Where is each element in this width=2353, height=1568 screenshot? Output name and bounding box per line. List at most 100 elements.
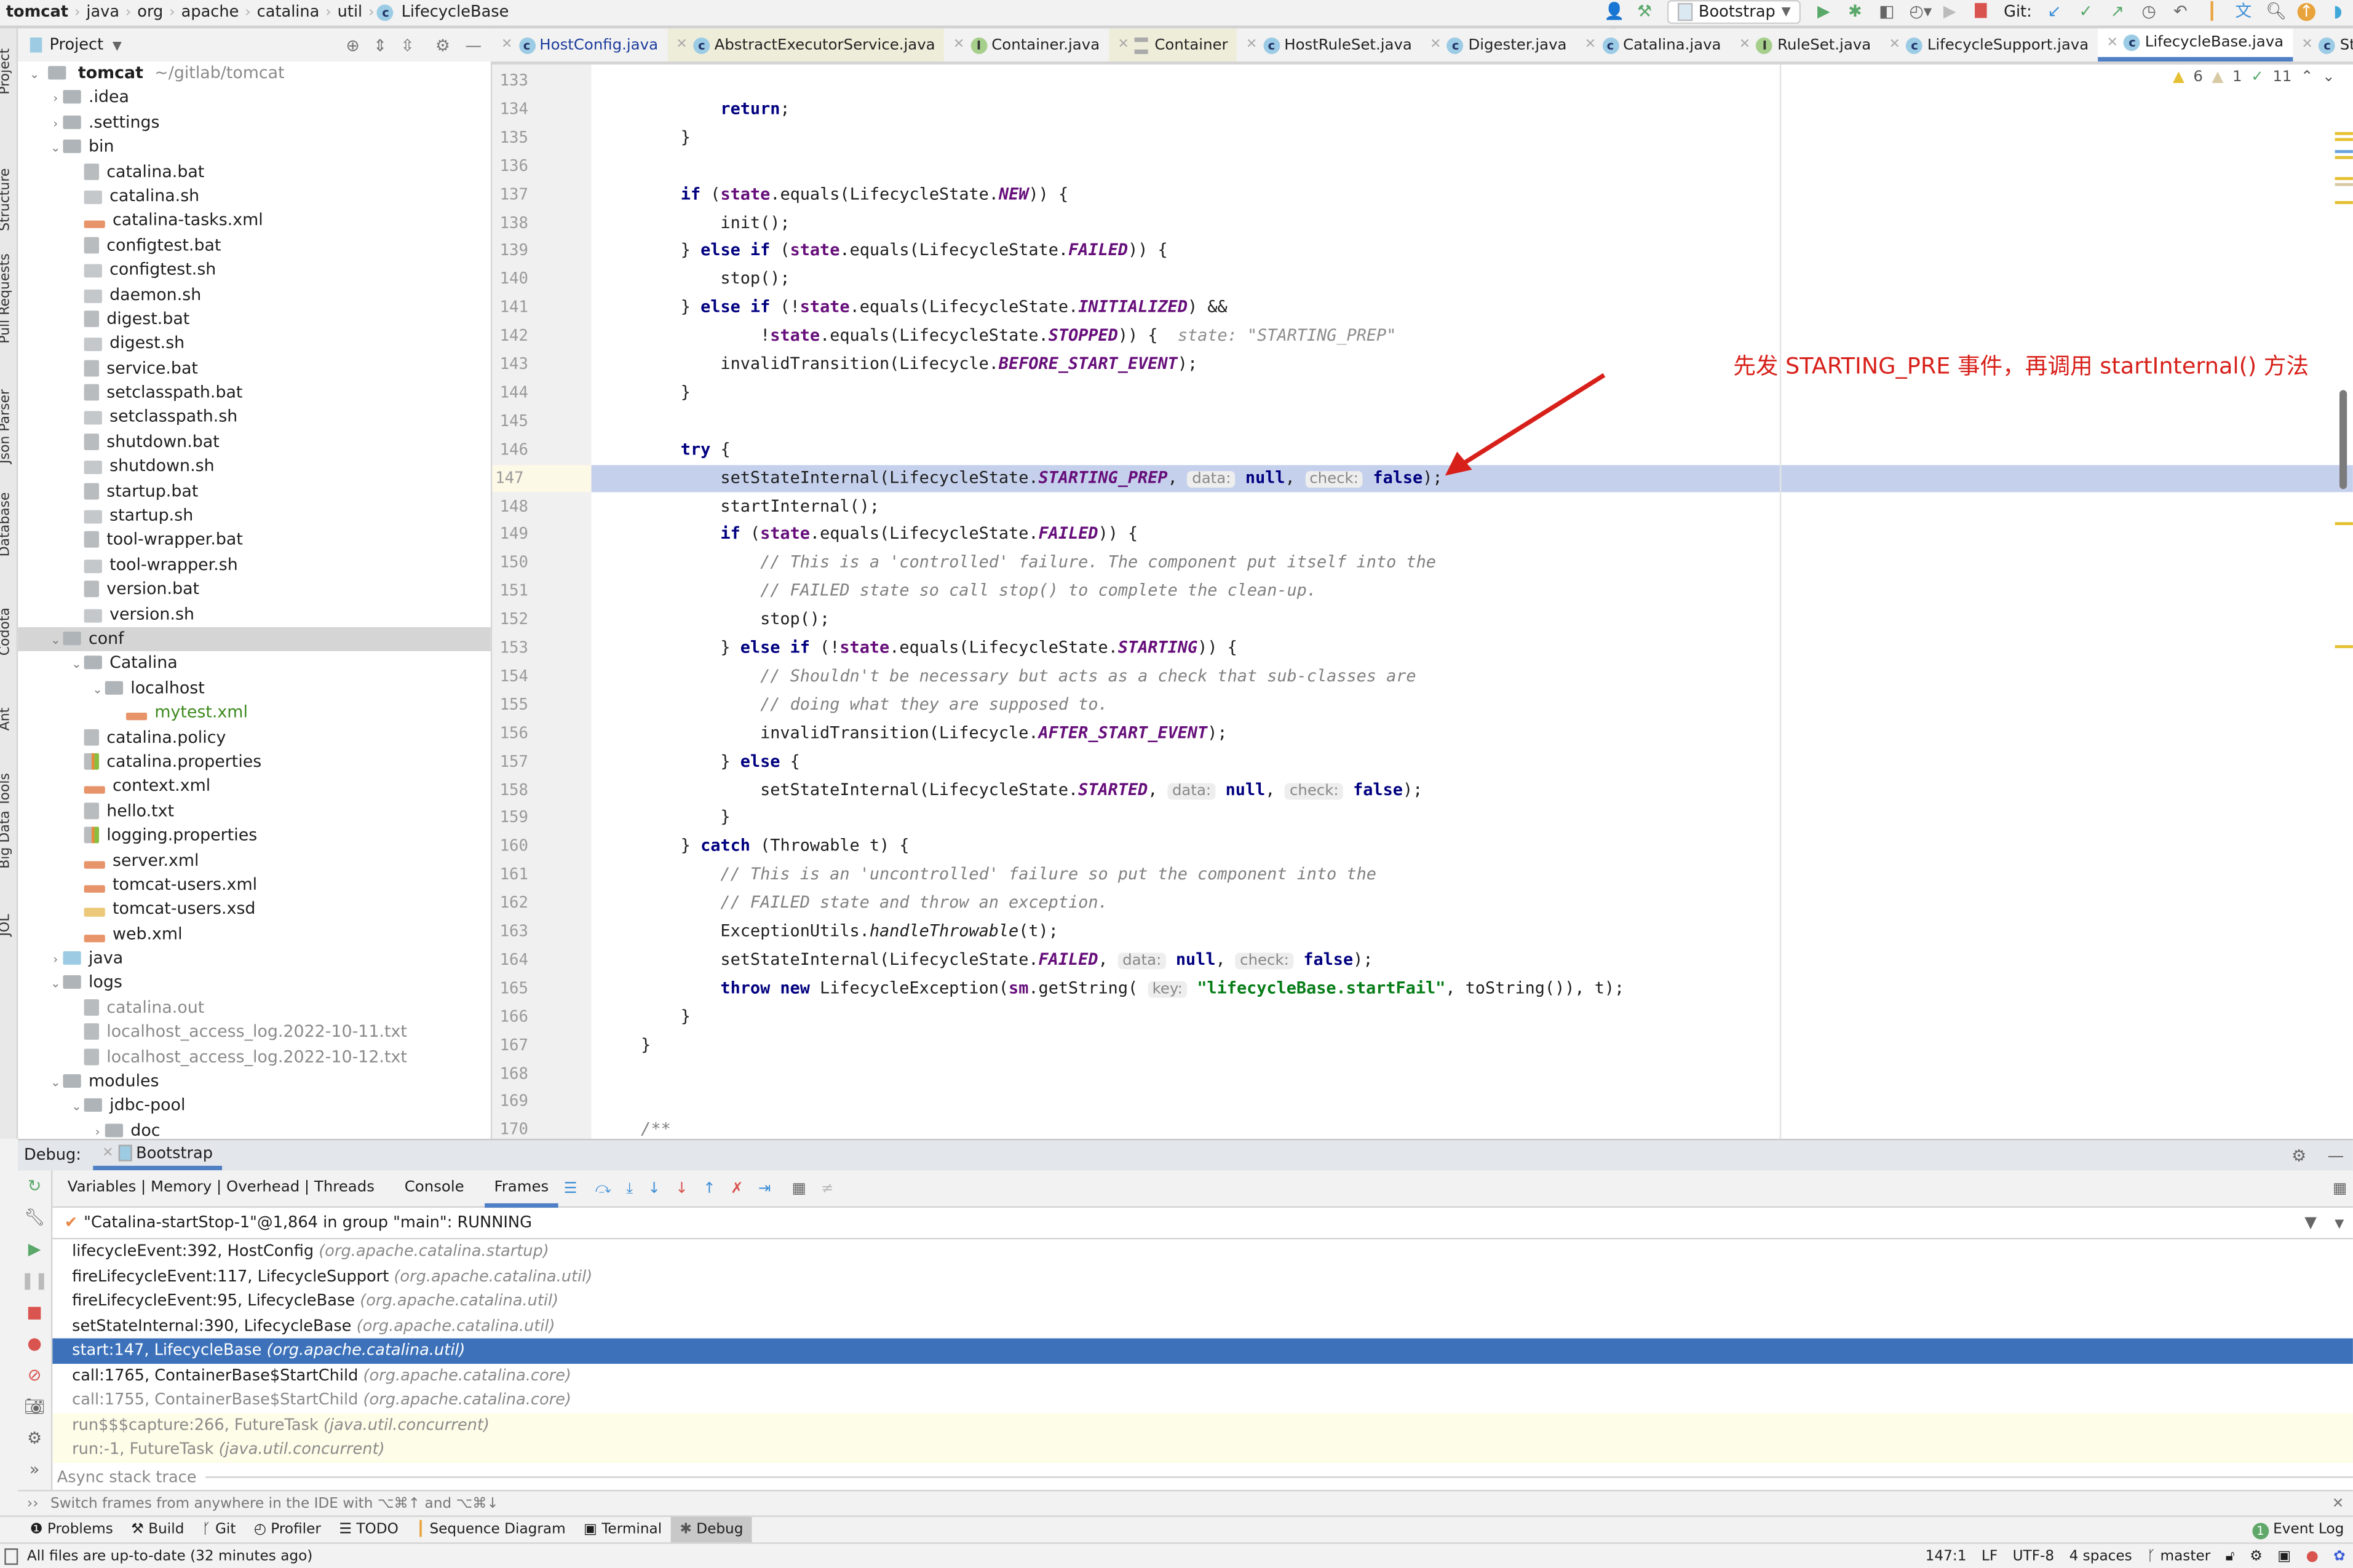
tree-folder[interactable]: ⌄ logs xyxy=(18,972,491,996)
frame-row[interactable]: fireLifecycleEvent:95, LifecycleBase (or… xyxy=(52,1289,2353,1313)
tool-window-ant[interactable]: Ant xyxy=(0,708,14,731)
error-stripe-mark[interactable] xyxy=(2335,176,2353,180)
user-icon[interactable]: 👤▾ xyxy=(1604,2,1624,39)
close-icon[interactable]: ✕ xyxy=(2301,38,2312,52)
tree-file[interactable]: shutdown.sh xyxy=(18,455,491,480)
code-line[interactable]: init(); xyxy=(591,209,2353,237)
tree-file[interactable]: catalina.bat xyxy=(18,160,491,184)
editor-tab[interactable]: ✕ c Digester.java xyxy=(1421,28,1576,61)
code-line[interactable]: throw new LifecycleException(sm.getStrin… xyxy=(591,975,2353,1004)
tool-event-log[interactable]: 1 Event Log xyxy=(2243,1517,2353,1544)
tree-file[interactable]: shutdown.bat xyxy=(18,430,491,455)
breadcrumb-item[interactable]: java xyxy=(83,3,122,21)
chevron-down-icon[interactable]: ⌄ xyxy=(90,678,105,702)
tree-file[interactable]: hello.txt xyxy=(18,799,491,824)
tool-window-project[interactable]: Project xyxy=(0,49,14,95)
gear-icon[interactable]: ⚙ xyxy=(18,1422,51,1454)
chevron-right-icon[interactable]: › xyxy=(48,87,63,112)
code-line[interactable]: stop(); xyxy=(591,266,2353,295)
error-stripe-mark[interactable] xyxy=(2335,522,2353,525)
error-stripe-mark[interactable] xyxy=(2335,156,2353,159)
code-line[interactable]: } else { xyxy=(591,748,2353,777)
tab-console[interactable]: Console xyxy=(389,1170,479,1206)
chevron-down-icon[interactable]: ⌄ xyxy=(48,628,63,653)
frame-row[interactable]: run$$$capture:266, FutureTask (java.util… xyxy=(52,1412,2353,1438)
chevron-down-icon[interactable]: ⌄ xyxy=(48,1071,63,1096)
inspection-widget[interactable]: ▲ 6 ▲ 1 ✓ 11 ⌃ ⌄ xyxy=(2173,69,2335,85)
tree-file[interactable]: configtest.sh xyxy=(18,258,491,283)
error-stripe-mark[interactable] xyxy=(2335,132,2353,135)
editor-tab[interactable]: ✕ c LifecycleSupport.java xyxy=(1880,28,2098,61)
line-number[interactable]: 137 xyxy=(492,181,528,209)
indent-setting[interactable]: 4 spaces xyxy=(2061,1548,2140,1565)
tree-file[interactable]: startup.bat xyxy=(18,480,491,504)
chevron-down-icon[interactable]: ▼ xyxy=(113,38,122,52)
close-icon[interactable]: ✕ xyxy=(501,38,512,52)
stop-icon[interactable]: ■ xyxy=(18,1296,51,1328)
tab-variables-memory-overhead-threads[interactable]: Variables | Memory | Overhead | Threads xyxy=(52,1170,389,1206)
error-stripe-mark[interactable] xyxy=(2335,138,2353,141)
line-number[interactable]: 161 xyxy=(492,861,528,890)
error-stripe-mark[interactable] xyxy=(2335,150,2353,153)
code-line[interactable]: // Shouldn't be necessary but acts as a … xyxy=(591,663,2353,691)
tree-file[interactable]: logging.properties xyxy=(18,824,491,849)
tree-file[interactable]: tool-wrapper.bat xyxy=(18,529,491,553)
editor-tab[interactable]: ✕ c HostRuleSet.java xyxy=(1237,28,1421,61)
error-stripe-mark[interactable] xyxy=(2335,183,2353,186)
breadcrumb-item[interactable]: tomcat xyxy=(0,3,71,21)
git-update-icon[interactable]: ↙ xyxy=(2045,2,2063,21)
chevron-down-icon[interactable]: ⌄ xyxy=(48,973,63,997)
tree-file[interactable]: version.bat xyxy=(18,578,491,603)
more-icon[interactable]: » xyxy=(18,1454,51,1485)
close-icon[interactable]: ✕ xyxy=(2106,35,2117,50)
code-line[interactable] xyxy=(591,152,2353,181)
thread-selector[interactable]: ✔ "Catalina-startStop-1"@1,864 in group … xyxy=(52,1208,2353,1240)
tree-file[interactable]: service.bat xyxy=(18,357,491,381)
close-icon[interactable]: ✕ xyxy=(2332,1495,2344,1511)
tree-folder[interactable]: › java xyxy=(18,947,491,972)
code-line[interactable]: // FAILED state and throw an exception. xyxy=(591,890,2353,918)
line-number[interactable]: 160 xyxy=(492,833,528,861)
tree-file[interactable]: catalina.sh xyxy=(18,184,491,209)
tool-window-json-parser[interactable]: Json Parser xyxy=(0,389,14,464)
line-number[interactable]: 148 xyxy=(492,493,528,521)
tool-problems[interactable]: ❶ Problems xyxy=(21,1517,122,1544)
line-number[interactable]: 135 xyxy=(492,124,528,152)
code-line[interactable] xyxy=(591,68,2353,96)
step-into-icon[interactable]: ↓ xyxy=(648,1180,660,1197)
tree-file[interactable]: configtest.bat xyxy=(18,234,491,258)
profiler-icon[interactable]: ◴▾ xyxy=(1909,2,1932,21)
tool-window-big-data-tools[interactable]: Big Data Tools xyxy=(0,773,14,869)
code-line[interactable]: /** xyxy=(591,1117,2353,1139)
chevron-down-icon[interactable]: ⌄ xyxy=(69,653,84,678)
code-line[interactable]: } else if (!state.equals(LifecycleState.… xyxy=(591,635,2353,663)
tree-file[interactable]: daemon.sh xyxy=(18,283,491,307)
frame-row[interactable]: call:1765, ContainerBase$StartChild (org… xyxy=(52,1363,2353,1388)
project-view-selector[interactable]: Project xyxy=(50,36,104,54)
tree-file[interactable]: digest.bat xyxy=(18,307,491,332)
tree-folder[interactable]: ⌄ conf xyxy=(18,627,491,652)
line-number[interactable]: 150 xyxy=(492,550,528,578)
camera-icon[interactable]: 📷︎ xyxy=(18,1391,51,1422)
tree-file[interactable]: tomcat-users.xsd xyxy=(18,898,491,922)
code-line[interactable] xyxy=(591,1088,2353,1117)
chevron-right-icon[interactable]: › xyxy=(48,112,63,137)
code-line[interactable]: ExceptionUtils.handleThrowable(t); xyxy=(591,918,2353,946)
wrench-icon[interactable]: 🔧︎ xyxy=(18,1202,51,1233)
tree-folder[interactable]: › .settings xyxy=(18,111,491,135)
git-commit-icon[interactable]: ✓ xyxy=(2077,2,2095,21)
line-number[interactable]: 133 xyxy=(492,68,528,96)
close-icon[interactable]: ✕ xyxy=(1739,38,1750,52)
tree-file[interactable]: mytest.xml xyxy=(18,701,491,726)
line-number[interactable]: 169 xyxy=(492,1088,528,1117)
tree-folder[interactable]: ⌄ modules xyxy=(18,1070,491,1095)
tool-window-pull-requests[interactable]: Pull Requests xyxy=(0,253,14,344)
tree-file[interactable]: setclasspath.sh xyxy=(18,406,491,430)
line-separator[interactable]: LF xyxy=(1974,1548,2006,1565)
breadcrumb-item[interactable]: util xyxy=(335,3,365,21)
rerun-icon[interactable]: ↻ xyxy=(18,1170,51,1202)
code-line[interactable]: } else if (!state.equals(LifecycleState.… xyxy=(591,295,2353,323)
line-number[interactable]: 136 xyxy=(492,152,528,181)
tree-file[interactable]: tomcat-users.xml xyxy=(18,873,491,898)
filter-icon[interactable]: ▼ xyxy=(2304,1214,2317,1232)
